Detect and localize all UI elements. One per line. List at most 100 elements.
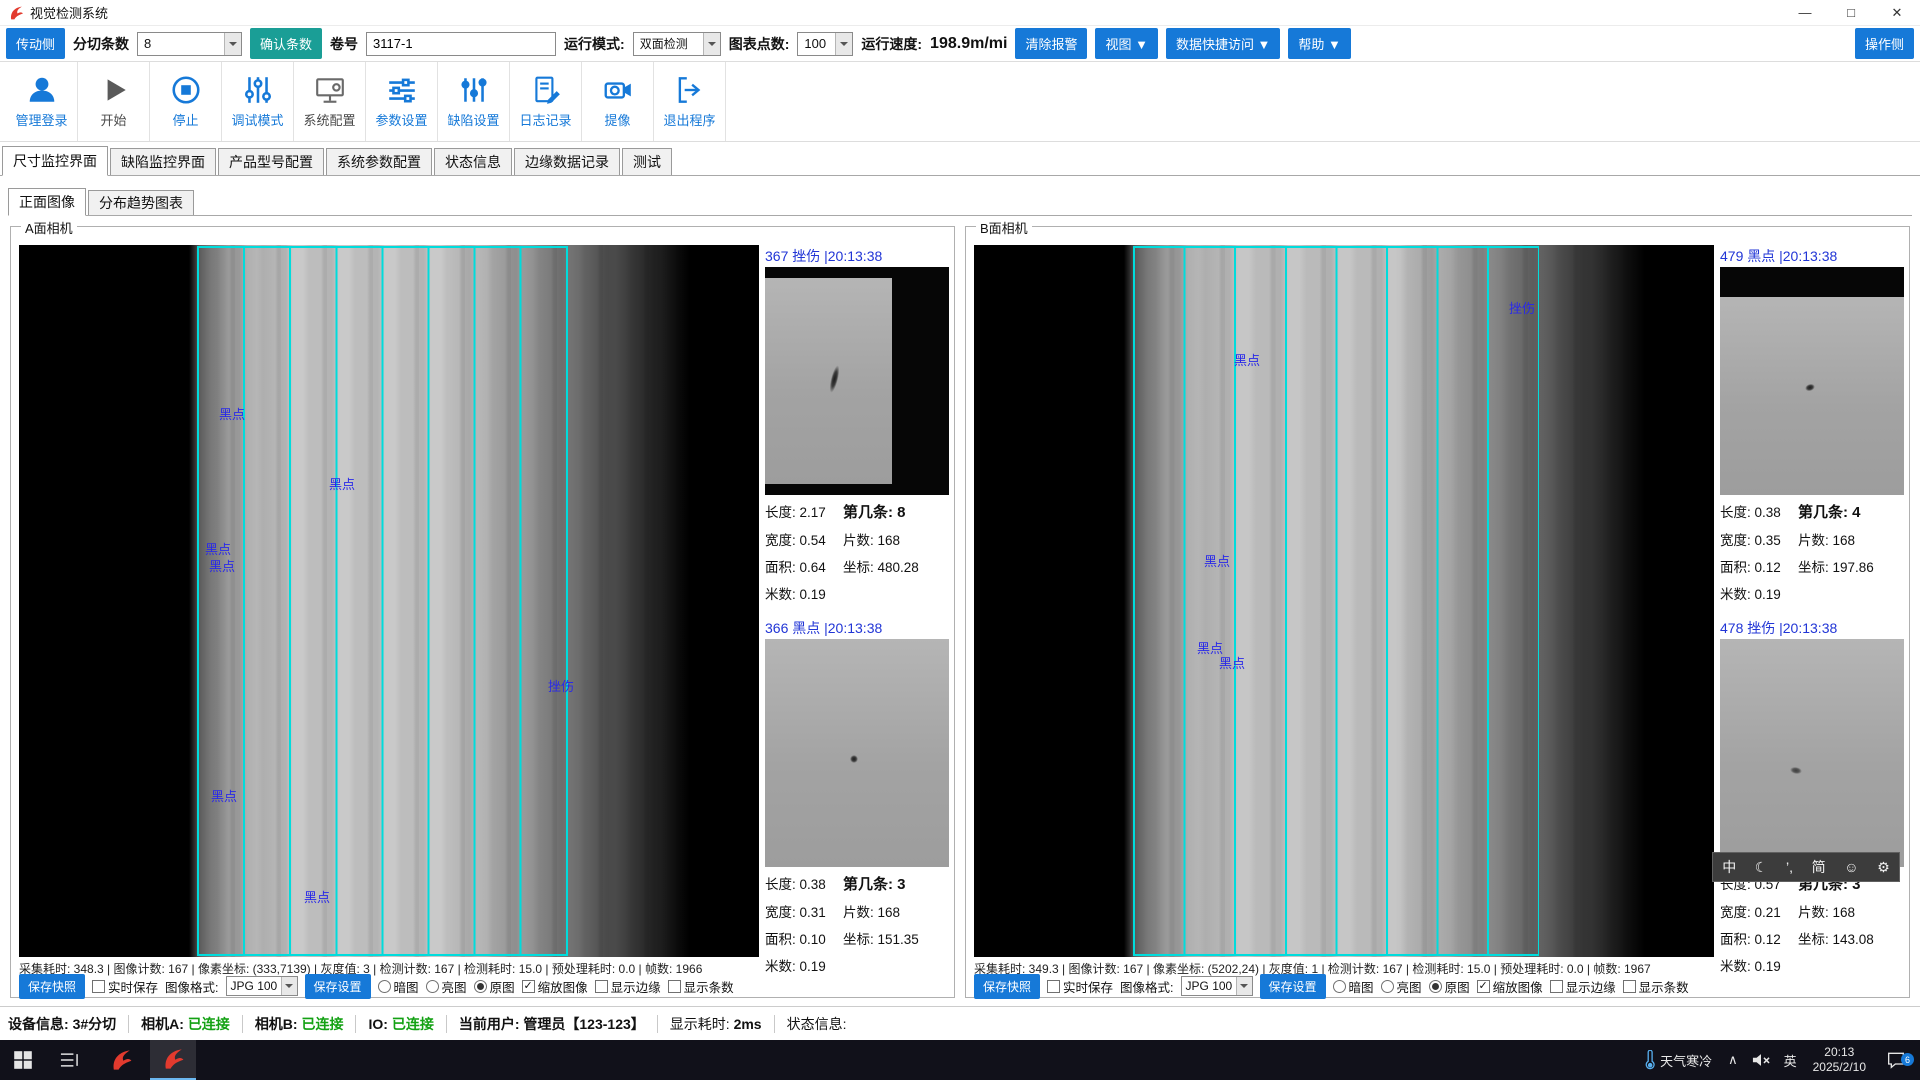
volume-muted-button[interactable] [1746,1049,1776,1071]
defect-header[interactable]: 478 挫伤 |20:13:38 [1720,617,1904,639]
play-icon [98,74,130,106]
stop-icon [170,74,202,106]
defect-header[interactable]: 367 挫伤 |20:13:38 [765,245,949,267]
stop-button[interactable]: 停止 [150,62,222,141]
show-count-checkbox[interactable]: 显示条数 [668,977,734,996]
show-count-checkbox[interactable]: 显示条数 [1623,977,1689,996]
show-edge-checkbox[interactable]: 显示边缘 [595,977,661,996]
icon-label: 管理登录 [15,110,67,129]
debug-mode-button[interactable]: 调试模式 [222,62,294,141]
taskbar-clock[interactable]: 20:13 2025/2/10 [1805,1045,1874,1075]
dark-image-radio[interactable]: 暗图 [1333,977,1374,996]
show-count-label: 显示条数 [1639,977,1689,996]
bright-image-radio[interactable]: 亮图 [426,977,467,996]
tab-edge-data-record[interactable]: 边缘数据记录 [514,148,620,175]
speaker-muted-icon [1750,1049,1772,1071]
show-edge-checkbox[interactable]: 显示边缘 [1550,977,1616,996]
image-format-select[interactable]: JPG 100 [1181,976,1253,996]
action-center-button[interactable]: 6 [1876,1050,1916,1070]
window-controls: — □ ✕ [1782,0,1920,25]
taskbar-app-vision-active[interactable] [150,1040,196,1080]
run-mode-select[interactable]: 双面检测 [633,32,721,56]
camera-a-defect-list: 367 挫伤 |20:13:38 长度: 2.17 第几条: 8 宽度: 0.5… [765,245,949,989]
taskbar-app-vision[interactable] [98,1040,144,1080]
slit-count-select[interactable]: 8 [137,32,242,56]
tab-system-parameter-config[interactable]: 系统参数配置 [326,148,432,175]
current-user-label: 当前用户: [459,1014,520,1034]
tray-expand-chevron[interactable]: ∧ [1722,1052,1744,1068]
defect-blob [828,364,842,393]
admin-login-button[interactable]: 管理登录 [6,62,78,141]
maximize-button[interactable]: □ [1828,0,1874,25]
defect-settings-button[interactable]: 缺陷设置 [438,62,510,141]
system-config-button[interactable]: 系统配置 [294,62,366,141]
image-format-select[interactable]: JPG 100 [226,976,298,996]
capture-image-button[interactable]: 提像 [582,62,654,141]
chart-points-select[interactable]: 100 [797,32,853,56]
ime-mode-toggle[interactable]: 中 [1720,857,1738,877]
confirm-strip-count-button[interactable]: 确认条数 [250,28,322,59]
tab-test[interactable]: 测试 [622,148,672,175]
weather-widget[interactable]: 天气寒冷 [1635,1050,1720,1070]
defect-area: 面积: 0.10 [765,928,843,948]
realtime-save-checkbox[interactable]: 实时保存 [1047,977,1113,996]
minimize-button[interactable]: — [1782,0,1828,25]
defect-coord: 坐标: 197.86 [1798,556,1904,576]
bright-image-radio[interactable]: 亮图 [1381,977,1422,996]
close-button[interactable]: ✕ [1874,0,1920,25]
defect-annotation: 挫伤 [1509,298,1535,317]
original-image-radio[interactable]: 原图 [1429,977,1470,996]
data-quick-access-menu-button[interactable]: 数据快捷访问 ▼ [1166,28,1280,59]
defect-width: 宽度: 0.35 [1720,529,1798,549]
save-settings-button[interactable]: 保存设置 [305,974,371,999]
drive-side-button[interactable]: 传动侧 [6,28,65,59]
emoji-icon[interactable]: ☺ [1842,859,1860,875]
help-menu-button[interactable]: 帮助 ▼ [1288,28,1350,59]
parameter-settings-button[interactable]: 参数设置 [366,62,438,141]
camera-a-image[interactable]: 黑点 黑点 黑点 黑点 挫伤 黑点 黑点 [19,245,759,957]
exit-program-button[interactable]: 退出程序 [654,62,726,141]
defect-annotation: 黑点 [211,786,237,805]
zoom-image-checkbox[interactable]: 缩放图像 [522,977,588,996]
camera-b-image[interactable]: 挫伤 黑点 黑点 黑点 黑点 [974,245,1714,957]
checkbox-icon [1623,980,1636,993]
camera-b-conn-status: 已连接 [301,1014,343,1034]
app-status-bar: 设备信息: 3#分切 相机A: 已连接 相机B: 已连接 IO: 已连接 当前用… [0,1006,1920,1040]
moon-icon[interactable]: ☾ [1753,859,1770,876]
gear-icon[interactable]: ⚙ [1875,859,1892,876]
tab-distribution-trend-chart[interactable]: 分布趋势图表 [88,190,194,215]
clear-alarm-button[interactable]: 清除报警 [1015,28,1087,59]
punctuation-toggle[interactable]: ’, [1784,859,1795,875]
document-pencil-icon [530,74,562,106]
start-button[interactable] [0,1040,46,1080]
vertical-sliders-icon [242,74,274,106]
tab-defect-monitor[interactable]: 缺陷监控界面 [110,148,216,175]
defect-header[interactable]: 366 黑点 |20:13:38 [765,617,949,639]
log-record-button[interactable]: 日志记录 [510,62,582,141]
view-menu-button[interactable]: 视图 ▼ [1095,28,1157,59]
task-view-button[interactable] [46,1040,92,1080]
defect-strip-index: 第几条: 4 [1798,501,1904,522]
tab-product-model-config[interactable]: 产品型号配置 [218,148,324,175]
chevron-down-icon [703,33,720,55]
zoom-image-checkbox[interactable]: 缩放图像 [1477,977,1543,996]
original-image-radio[interactable]: 原图 [474,977,515,996]
save-snapshot-button[interactable]: 保存快照 [19,974,85,999]
tab-status-info[interactable]: 状态信息 [434,148,512,175]
exit-door-icon [674,74,706,106]
save-snapshot-button[interactable]: 保存快照 [974,974,1040,999]
dark-image-radio[interactable]: 暗图 [378,977,419,996]
tab-size-monitor[interactable]: 尺寸监控界面 [2,146,108,176]
save-settings-button[interactable]: 保存设置 [1260,974,1326,999]
defect-header[interactable]: 479 黑点 |20:13:38 [1720,245,1904,267]
operator-side-button[interactable]: 操作侧 [1855,28,1914,59]
realtime-save-checkbox[interactable]: 实时保存 [92,977,158,996]
vision-inspection-window: 视觉检测系统 — □ ✕ 传动侧 分切条数 8 确认条数 卷号 运行模式: 双面… [0,0,1920,1080]
icon-label: 调试模式 [231,110,283,129]
start-button[interactable]: 开始 [78,62,150,141]
tab-front-image[interactable]: 正面图像 [8,188,86,216]
simplified-toggle[interactable]: 简 [1810,857,1828,877]
roll-number-input[interactable] [366,32,556,56]
defect-pieces: 片数: 168 [843,529,949,549]
input-language-indicator[interactable]: 英 [1778,1051,1803,1070]
